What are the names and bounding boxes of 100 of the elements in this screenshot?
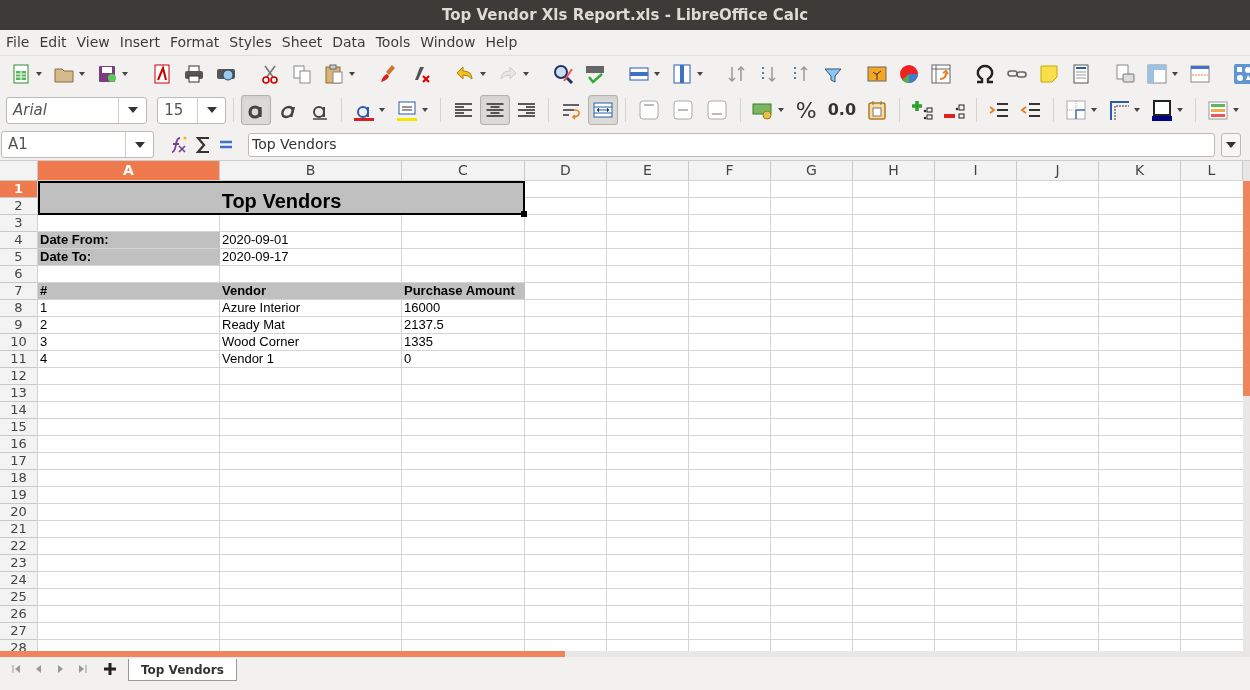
- row-header[interactable]: 7: [0, 283, 38, 300]
- column-header[interactable]: L: [1181, 161, 1243, 181]
- formula-input-field[interactable]: Top Vendors: [248, 132, 1215, 157]
- column-header[interactable]: C: [402, 161, 525, 181]
- column-header[interactable]: J: [1017, 161, 1099, 181]
- caret-icon[interactable]: [653, 70, 661, 77]
- row-header[interactable]: 27: [0, 623, 38, 640]
- row-header[interactable]: 24: [0, 572, 38, 589]
- vertical-scrollbar-thumb[interactable]: [1243, 181, 1250, 396]
- border-style-icon[interactable]: [1107, 99, 1130, 121]
- menu-item[interactable]: Edit: [34, 32, 72, 53]
- column-header[interactable]: G: [771, 161, 853, 181]
- clipboard-icon[interactable]: [323, 62, 345, 85]
- border-color-icon[interactable]: [1150, 99, 1173, 121]
- menu-item[interactable]: Help: [480, 32, 523, 53]
- caret-icon[interactable]: [378, 107, 387, 113]
- column-header[interactable]: K: [1099, 161, 1181, 181]
- row-header[interactable]: 19: [0, 487, 38, 504]
- find-replace-icon[interactable]: [552, 62, 574, 85]
- add-decimal-icon[interactable]: [911, 99, 933, 121]
- caret-icon[interactable]: [1132, 107, 1141, 113]
- row-header[interactable]: 12: [0, 368, 38, 385]
- caret-icon[interactable]: [1089, 107, 1098, 113]
- number-format-button[interactable]: 0.0: [823, 98, 860, 122]
- menu-item[interactable]: Styles: [224, 32, 277, 53]
- printer-icon[interactable]: [183, 62, 205, 85]
- caret-icon[interactable]: [121, 70, 129, 77]
- dropdown-arrow-icon[interactable]: [207, 107, 217, 113]
- table-cell-text: 2020-09-17: [221, 249, 290, 266]
- insert-columns-icon[interactable]: [671, 62, 693, 85]
- merge-center-button[interactable]: [588, 95, 618, 125]
- row-header[interactable]: 25: [0, 589, 38, 606]
- horizontal-scrollbar-thumb[interactable]: [0, 651, 565, 657]
- table-cell-text: Vendor 1: [221, 351, 276, 368]
- row-header[interactable]: 13: [0, 385, 38, 402]
- percent-format-button[interactable]: %: [790, 93, 822, 127]
- menu-item[interactable]: Window: [415, 32, 481, 53]
- row-header[interactable]: 15: [0, 419, 38, 436]
- column-header[interactable]: H: [853, 161, 935, 181]
- bold-button[interactable]: [241, 95, 272, 125]
- row-header[interactable]: 16: [0, 436, 38, 453]
- row-header[interactable]: 26: [0, 606, 38, 623]
- row-header[interactable]: 11: [0, 351, 38, 368]
- caret-icon[interactable]: [522, 70, 530, 77]
- row-header[interactable]: 23: [0, 555, 38, 572]
- menu-item[interactable]: File: [1, 32, 35, 53]
- name-box[interactable]: A1: [1, 131, 154, 158]
- row-header[interactable]: 18: [0, 470, 38, 487]
- row-header[interactable]: 22: [0, 538, 38, 555]
- dropdown-arrow-icon[interactable]: [134, 141, 145, 148]
- menu-item[interactable]: Format: [164, 32, 225, 53]
- pdf-icon[interactable]: [151, 62, 173, 85]
- row-header[interactable]: 10: [0, 334, 38, 351]
- menu-item[interactable]: Sheet: [276, 32, 328, 53]
- row-header[interactable]: 21: [0, 521, 38, 538]
- header-footer-icon[interactable]: [1070, 62, 1092, 85]
- caret-icon[interactable]: [1171, 70, 1179, 77]
- row-header[interactable]: 5: [0, 249, 38, 266]
- dropdown-arrow-icon[interactable]: [127, 107, 138, 113]
- row-header[interactable]: 4: [0, 232, 38, 249]
- column-header[interactable]: B: [220, 161, 402, 181]
- split-window-icon[interactable]: [1189, 62, 1211, 85]
- menu-item[interactable]: Tools: [370, 32, 416, 53]
- pivot-table-icon[interactable]: [930, 62, 952, 85]
- caret-icon[interactable]: [776, 107, 785, 113]
- fill-handle[interactable]: [521, 211, 527, 217]
- caret-icon[interactable]: [78, 70, 86, 77]
- row-header[interactable]: 9: [0, 317, 38, 334]
- row-header[interactable]: 17: [0, 453, 38, 470]
- align-center-button[interactable]: [480, 95, 510, 125]
- font-size-field[interactable]: 15: [157, 96, 227, 124]
- row-header[interactable]: 6: [0, 266, 38, 283]
- add-sheet-icon[interactable]: [104, 662, 116, 676]
- font-name-field[interactable]: Arial: [6, 96, 148, 124]
- caret-icon[interactable]: [696, 70, 704, 77]
- caret-icon[interactable]: [1231, 107, 1240, 113]
- row-header[interactable]: 2: [0, 198, 38, 215]
- caret-icon[interactable]: [1175, 107, 1184, 113]
- sheet-tab[interactable]: Top Vendors: [128, 659, 237, 681]
- column-header[interactable]: I: [935, 161, 1017, 181]
- caret-icon[interactable]: [479, 70, 487, 77]
- menu-item[interactable]: View: [71, 32, 115, 53]
- caret-icon[interactable]: [421, 107, 430, 113]
- expand-formula-button[interactable]: [1221, 132, 1241, 157]
- menu-item[interactable]: Data: [327, 32, 371, 53]
- row-header[interactable]: 8: [0, 300, 38, 317]
- row-header[interactable]: 3: [0, 215, 38, 232]
- row-header[interactable]: 14: [0, 402, 38, 419]
- row-header[interactable]: 20: [0, 504, 38, 521]
- omega-icon[interactable]: [974, 62, 996, 85]
- caret-icon[interactable]: [35, 70, 43, 77]
- column-header[interactable]: F: [689, 161, 771, 181]
- column-header[interactable]: E: [607, 161, 689, 181]
- highlight-color-icon[interactable]: [396, 99, 419, 121]
- pie-chart-icon[interactable]: [898, 62, 920, 85]
- menu-item[interactable]: Insert: [114, 32, 165, 53]
- column-header[interactable]: D: [525, 161, 607, 181]
- sidebar-icon[interactable]: [1233, 62, 1250, 85]
- calendar-icon[interactable]: [866, 99, 888, 121]
- caret-icon[interactable]: [348, 70, 356, 77]
